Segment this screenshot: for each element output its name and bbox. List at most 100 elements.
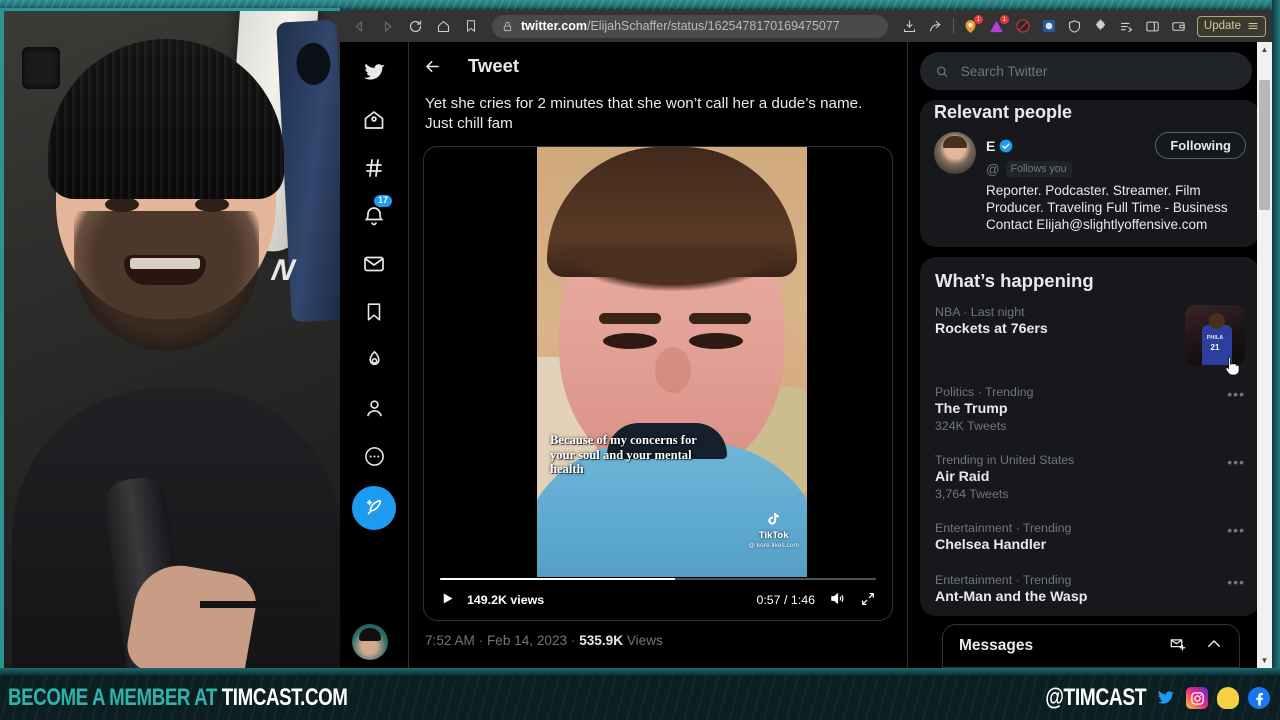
- extension-alert-icon[interactable]: 1: [985, 14, 1009, 38]
- account-avatar[interactable]: [352, 624, 388, 660]
- more-circle-icon: [364, 446, 384, 466]
- video-views-label: 149.2K views: [467, 593, 545, 607]
- relevant-person-handleline: @ Follows you: [986, 161, 1246, 177]
- tweet-date: Feb 14, 2023: [486, 633, 568, 648]
- share-icon[interactable]: [924, 14, 948, 38]
- messages-dock[interactable]: Messages: [942, 624, 1240, 668]
- video-controls-left: 149.2K views: [440, 591, 544, 609]
- relevant-person-row[interactable]: E Following @ Follows you Reporter. Podc…: [934, 110, 1246, 233]
- browser-window: twitter.com/ElijahSchaffer/status/162547…: [340, 10, 1272, 668]
- scrollbar-thumb[interactable]: [1259, 80, 1270, 210]
- trend-more-button[interactable]: •••: [1227, 453, 1245, 469]
- update-button[interactable]: Update: [1196, 15, 1266, 37]
- address-bar[interactable]: twitter.com/ElijahSchaffer/status/162547…: [492, 14, 888, 38]
- tweet-time: 7:52 AM: [425, 633, 475, 648]
- sidebar-item-more[interactable]: [352, 432, 396, 480]
- wallet-icon[interactable]: [1167, 14, 1191, 38]
- relevant-people-heading: Relevant people: [934, 102, 1073, 122]
- trend-more-button[interactable]: •••: [1227, 385, 1245, 401]
- reading-list-icon[interactable]: [1115, 14, 1139, 38]
- video-progress-bar[interactable]: [440, 577, 876, 580]
- trend-name: Ant-Man and the Wasp: [935, 589, 1088, 605]
- membership-prefix: BECOME A MEMBER AT: [8, 684, 222, 711]
- forward-button[interactable]: [374, 13, 400, 39]
- trend-main: NBA · Last night Rockets at 76ers: [935, 305, 1175, 365]
- trend-main: Entertainment · Trending Ant-Man and the …: [935, 573, 1217, 605]
- browser-scrollbar[interactable]: ▲ ▼: [1257, 42, 1272, 668]
- facebook-icon: [1248, 687, 1270, 709]
- browser-toolbar: twitter.com/ElijahSchaffer/status/162547…: [340, 10, 1272, 42]
- scroll-down-arrow[interactable]: ▼: [1257, 653, 1272, 668]
- twitter-icon: [1155, 687, 1177, 709]
- following-button[interactable]: Following: [1155, 132, 1246, 159]
- relevant-person-avatar[interactable]: [934, 132, 976, 174]
- tweet-video-player[interactable]: Because of my concerns for your soul and…: [423, 146, 893, 621]
- video-eye-right: [689, 333, 743, 349]
- volume-icon: [831, 593, 844, 604]
- search-container: [920, 52, 1252, 90]
- back-button[interactable]: [346, 13, 372, 39]
- alert-badge: 1: [999, 15, 1009, 24]
- relevant-person-body: E Following @ Follows you Reporter. Podc…: [986, 132, 1246, 233]
- trend-name: Air Raid: [935, 469, 990, 485]
- extension-honey-icon[interactable]: 1: [959, 14, 983, 38]
- play-button[interactable]: [440, 591, 455, 609]
- notifications-badge: 17: [374, 195, 393, 207]
- trend-name: The Trump: [935, 401, 1008, 417]
- fullscreen-button[interactable]: [860, 591, 876, 610]
- trend-main: Trending in United States Air Raid 3,764 T…: [935, 453, 1217, 501]
- play-icon: [443, 593, 453, 604]
- trend-name: Chelsea Handler: [935, 537, 1047, 553]
- trend-item[interactable]: NBA · Last night Rockets at 76ers PHILA 21: [920, 296, 1260, 376]
- follows-you-badge: Follows you: [1005, 161, 1072, 177]
- new-message-icon[interactable]: [1169, 635, 1187, 658]
- trend-item[interactable]: Entertainment · Trending Ant-Man and the …: [920, 564, 1260, 616]
- sidebar-item-home[interactable]: [352, 96, 396, 144]
- extension-adblock-icon[interactable]: [1011, 14, 1035, 38]
- thumb-head: [1209, 313, 1225, 329]
- background-pedal: [22, 47, 60, 89]
- tweet-metadata: 7:52 AM · Feb 14, 2023 · 535.9K Views: [409, 621, 907, 660]
- search-icon: [937, 66, 948, 77]
- twitter-page: 17 Tweet Yet she cries for 2 minutes tha…: [340, 42, 1272, 668]
- tiktok-watermark: TikTok @ kore.likes.com: [748, 511, 799, 549]
- volume-button[interactable]: [829, 590, 846, 610]
- sidebar-item-profile[interactable]: [352, 384, 396, 432]
- shield-icon[interactable]: [1063, 14, 1087, 38]
- sidebar-item-twitter-blue[interactable]: [352, 336, 396, 384]
- download-icon[interactable]: [898, 14, 922, 38]
- back-to-timeline-button[interactable]: [423, 57, 442, 76]
- twitter-logo-icon[interactable]: [352, 48, 396, 96]
- sidebar-item-explore[interactable]: [352, 144, 396, 192]
- home-button[interactable]: [430, 13, 456, 39]
- extension-office-icon[interactable]: [1037, 14, 1061, 38]
- relevant-person-handle: @: [986, 161, 1000, 177]
- relevant-person-nameline: E Following: [986, 132, 1246, 159]
- stream-screen: N twitter.com/ElijahSchaffer/status/1625…: [0, 0, 1280, 720]
- scroll-up-arrow[interactable]: ▲: [1257, 42, 1272, 57]
- compose-tweet-button[interactable]: [352, 486, 396, 530]
- trend-more-button[interactable]: •••: [1227, 521, 1245, 537]
- search-bar[interactable]: [920, 52, 1252, 90]
- video-controls: 149.2K views 0:57 / 1:46: [424, 577, 892, 621]
- tweet-view-count: 535.9K: [579, 633, 624, 648]
- bookmark-button[interactable]: [458, 13, 484, 39]
- video-nose: [655, 347, 691, 393]
- sidebar-toggle-icon[interactable]: [1141, 14, 1165, 38]
- meta-dot-1: ·: [478, 633, 487, 648]
- trend-item[interactable]: Trending in United States Air Raid 3,764 T…: [920, 444, 1260, 512]
- trend-item[interactable]: Politics · Trending The Trump 324K Tweets •…: [920, 376, 1260, 444]
- search-input[interactable]: [960, 63, 1237, 79]
- sidebar-item-notifications[interactable]: 17: [352, 192, 396, 240]
- instagram-icon: [1186, 687, 1208, 709]
- trend-more-button[interactable]: •••: [1227, 573, 1245, 589]
- chevron-up-icon[interactable]: [1205, 635, 1223, 658]
- extensions-puzzle-icon[interactable]: [1089, 14, 1113, 38]
- sidebar-item-messages[interactable]: [352, 240, 396, 288]
- sidebar-item-bookmarks[interactable]: [352, 288, 396, 336]
- tweet-body-text: Yet she cries for 2 minutes that she won…: [425, 95, 863, 132]
- reload-button[interactable]: [402, 13, 428, 39]
- flame-icon: [368, 350, 380, 365]
- stream-frame-bottom: [0, 668, 1280, 676]
- trend-item[interactable]: Entertainment · Trending Chelsea Handler •…: [920, 512, 1260, 564]
